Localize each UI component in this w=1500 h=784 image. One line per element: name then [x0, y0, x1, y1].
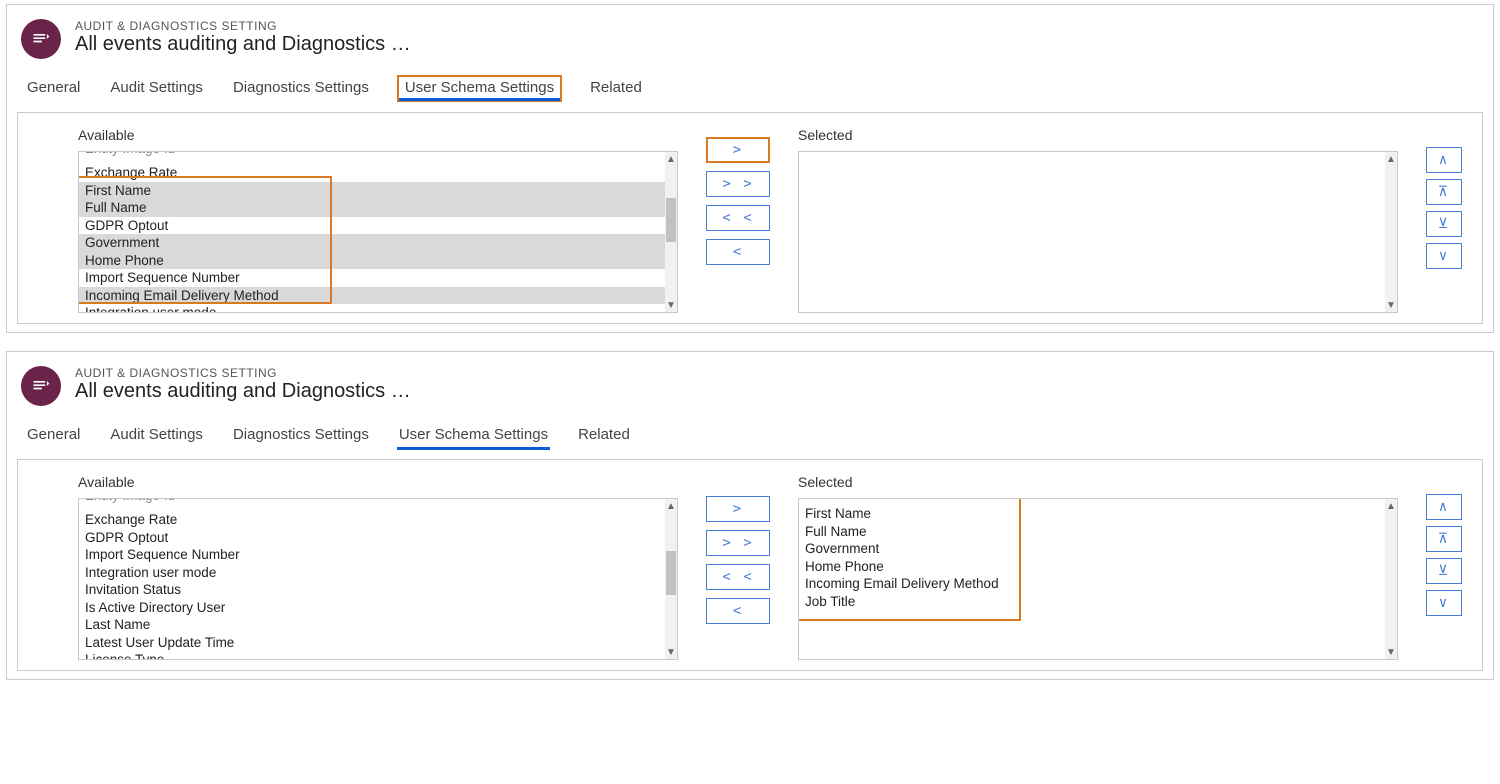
list-item[interactable]: Import Sequence Number [79, 546, 665, 564]
order-buttons: ∧ ⊼ ⊻ ∨ [1426, 147, 1462, 269]
available-label: Available [78, 474, 678, 490]
scrollbar[interactable]: ▲ ▼ [1385, 499, 1397, 659]
scroll-up-icon[interactable]: ▲ [665, 152, 677, 166]
available-listbox[interactable]: Entity Image Id Exchange Rate First Name… [78, 151, 678, 313]
list-item[interactable]: GDPR Optout [79, 217, 665, 235]
order-buttons: ∧ ⊼ ⊻ ∨ [1426, 494, 1462, 616]
entity-icon [21, 366, 61, 406]
list-item[interactable]: Incoming Email Delivery Method [799, 575, 1385, 593]
page-header-text: AUDIT & DIAGNOSTICS SETTING All events a… [75, 366, 411, 403]
scrollbar[interactable]: ▲ ▼ [1385, 152, 1397, 312]
scroll-down-icon[interactable]: ▼ [1385, 298, 1397, 312]
selected-listbox[interactable]: First Name Full Name Government Home Pho… [798, 498, 1398, 660]
rem-button[interactable]: < [706, 239, 770, 265]
scroll-down-icon[interactable]: ▼ [665, 645, 677, 659]
add-button[interactable]: > [706, 137, 770, 163]
list-item[interactable]: Entity Image Id [79, 152, 665, 164]
list-item[interactable]: Integration user mode [79, 564, 665, 582]
tab-diagnostics-settings[interactable]: Diagnostics Settings [231, 422, 371, 449]
scroll-up-icon[interactable]: ▲ [1385, 152, 1397, 166]
add-all-button[interactable]: > > [706, 171, 770, 197]
list-item[interactable]: Entity Image Id [79, 499, 665, 511]
page-header-text: AUDIT & DIAGNOSTICS SETTING All events a… [75, 19, 411, 56]
list-item[interactable]: GDPR Optout [79, 529, 665, 547]
snapshot-before: AUDIT & DIAGNOSTICS SETTING All events a… [6, 4, 1494, 333]
page-eyebrow: AUDIT & DIAGNOSTICS SETTING [75, 19, 411, 33]
list-item[interactable]: Is Active Directory User [79, 599, 665, 617]
schema-panel: Available Entity Image Id Exchange Rate … [17, 459, 1483, 671]
list-item[interactable]: Government [799, 540, 1385, 558]
list-item[interactable]: Exchange Rate [79, 164, 665, 182]
move-down-button[interactable]: ∨ [1426, 590, 1462, 616]
tab-user-schema-settings[interactable]: User Schema Settings [397, 422, 550, 449]
list-item[interactable]: Exchange Rate [79, 511, 665, 529]
entity-icon [21, 19, 61, 59]
list-item[interactable]: Incoming Email Delivery Method [79, 287, 665, 305]
page-eyebrow: AUDIT & DIAGNOSTICS SETTING [75, 366, 411, 380]
tab-related[interactable]: Related [576, 422, 632, 449]
move-bottom-button[interactable]: ⊻ [1426, 211, 1462, 237]
move-up-button[interactable]: ∧ [1426, 147, 1462, 173]
rem-all-button[interactable]: < < [706, 564, 770, 590]
scroll-thumb[interactable] [666, 198, 676, 242]
tab-diagnostics-settings[interactable]: Diagnostics Settings [231, 75, 371, 102]
scrollbar[interactable]: ▲ ▼ [665, 152, 677, 312]
list-item[interactable]: First Name [799, 505, 1385, 523]
scroll-down-icon[interactable]: ▼ [665, 298, 677, 312]
scroll-thumb[interactable] [666, 551, 676, 595]
tab-general[interactable]: General [25, 75, 82, 102]
tab-general[interactable]: General [25, 422, 82, 449]
scrollbar[interactable]: ▲ ▼ [665, 499, 677, 659]
rem-button[interactable]: < [706, 598, 770, 624]
selected-label: Selected [798, 474, 1398, 490]
tab-audit-settings[interactable]: Audit Settings [108, 422, 205, 449]
move-down-button[interactable]: ∨ [1426, 243, 1462, 269]
tab-audit-settings[interactable]: Audit Settings [108, 75, 205, 102]
page-header: AUDIT & DIAGNOSTICS SETTING All events a… [11, 360, 1489, 416]
mover-buttons: > > > < < < [706, 137, 770, 265]
list-item[interactable]: Home Phone [79, 252, 665, 270]
list-item[interactable]: Government [79, 234, 665, 252]
available-column: Available Entity Image Id Exchange Rate … [78, 127, 678, 313]
tabs-bar: General Audit Settings Diagnostics Setti… [11, 69, 1489, 112]
move-bottom-button[interactable]: ⊻ [1426, 558, 1462, 584]
available-listbox[interactable]: Entity Image Id Exchange Rate GDPR Optou… [78, 498, 678, 660]
selected-label: Selected [798, 127, 1398, 143]
list-item[interactable]: Latest User Update Time [79, 634, 665, 652]
tab-related[interactable]: Related [588, 75, 644, 102]
schema-panel: Available Entity Image Id Exchange Rate … [17, 112, 1483, 324]
list-item[interactable]: Job Title [799, 593, 1385, 611]
add-button[interactable]: > [706, 496, 770, 522]
move-top-button[interactable]: ⊼ [1426, 526, 1462, 552]
list-item[interactable]: Import Sequence Number [79, 269, 665, 287]
snapshot-after: AUDIT & DIAGNOSTICS SETTING All events a… [6, 351, 1494, 680]
available-label: Available [78, 127, 678, 143]
tabs-bar: General Audit Settings Diagnostics Setti… [11, 416, 1489, 459]
mover-buttons: > > > < < < [706, 496, 770, 624]
list-item[interactable]: Last Name [79, 616, 665, 634]
page-header: AUDIT & DIAGNOSTICS SETTING All events a… [11, 13, 1489, 69]
scroll-up-icon[interactable]: ▲ [665, 499, 677, 513]
list-item[interactable]: Full Name [79, 199, 665, 217]
move-up-button[interactable]: ∧ [1426, 494, 1462, 520]
scroll-down-icon[interactable]: ▼ [1385, 645, 1397, 659]
list-item[interactable]: License Type [79, 651, 665, 659]
tab-user-schema-settings[interactable]: User Schema Settings [397, 75, 562, 102]
rem-all-button[interactable]: < < [706, 205, 770, 231]
selected-column: Selected ▲ ▼ [798, 127, 1398, 313]
page-title: All events auditing and Diagnostics … [75, 33, 411, 56]
selected-column: Selected First Name Full Name Government… [798, 474, 1398, 660]
list-item[interactable]: Integration user mode [79, 304, 665, 312]
move-top-button[interactable]: ⊼ [1426, 179, 1462, 205]
scroll-up-icon[interactable]: ▲ [1385, 499, 1397, 513]
list-item[interactable]: Full Name [799, 523, 1385, 541]
list-item[interactable]: First Name [79, 182, 665, 200]
add-all-button[interactable]: > > [706, 530, 770, 556]
list-item[interactable]: Home Phone [799, 558, 1385, 576]
page-title: All events auditing and Diagnostics … [75, 380, 411, 403]
available-column: Available Entity Image Id Exchange Rate … [78, 474, 678, 660]
list-item[interactable]: Invitation Status [79, 581, 665, 599]
selected-listbox[interactable]: ▲ ▼ [798, 151, 1398, 313]
